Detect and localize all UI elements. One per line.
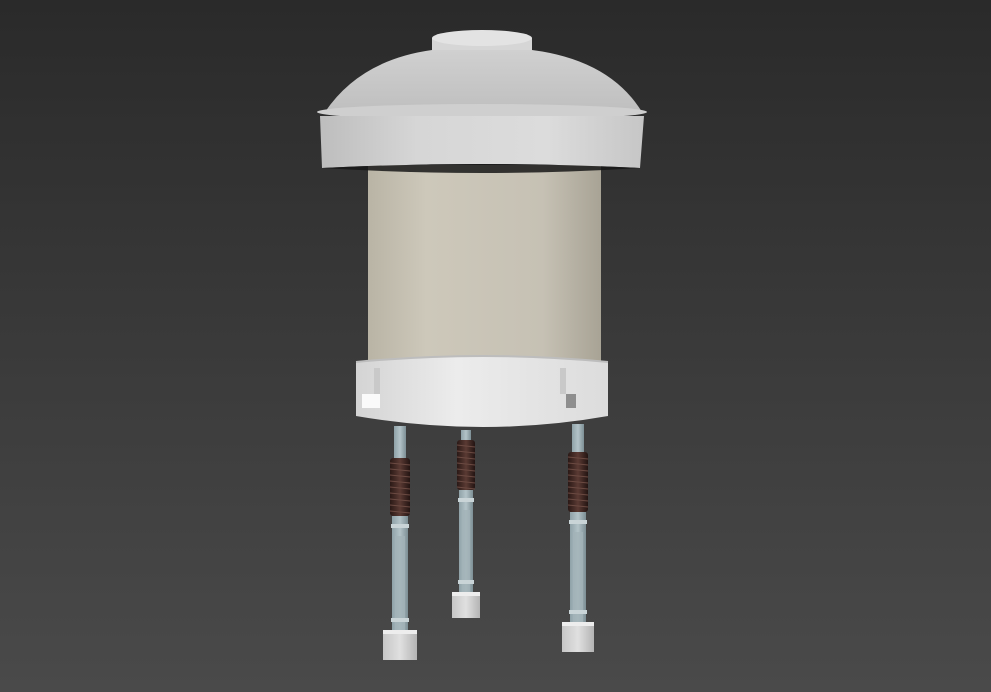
leg-rivet xyxy=(458,498,474,502)
body-cylinder[interactable] xyxy=(368,165,601,374)
collar-slot-right xyxy=(560,368,566,394)
cap-knob-top xyxy=(432,30,532,46)
leg-upper-rod xyxy=(394,426,406,462)
leg-inner-rod xyxy=(462,510,470,592)
collar-slot-left xyxy=(374,368,380,394)
leg-inner-rod xyxy=(395,536,405,630)
leg-upper-rod xyxy=(572,424,584,456)
leg-rivet xyxy=(569,520,587,524)
leg-inner-rod xyxy=(573,532,583,622)
leg-foot xyxy=(562,622,594,652)
leg-rivet xyxy=(391,524,409,528)
leg-rivet xyxy=(458,580,474,584)
leg-foot-top xyxy=(452,592,480,596)
collar-notch-right xyxy=(566,394,576,408)
bottom-collar[interactable] xyxy=(355,355,609,427)
3d-viewport[interactable] xyxy=(0,0,991,692)
leg-foot-top xyxy=(383,630,417,634)
leg-foot-top xyxy=(562,622,594,626)
leg-foot xyxy=(383,630,417,660)
collar-notch-left xyxy=(362,394,380,408)
leg-rivet xyxy=(569,610,587,614)
render-scene xyxy=(0,0,991,692)
leg-rivet xyxy=(391,618,409,622)
cap-band xyxy=(320,116,644,168)
